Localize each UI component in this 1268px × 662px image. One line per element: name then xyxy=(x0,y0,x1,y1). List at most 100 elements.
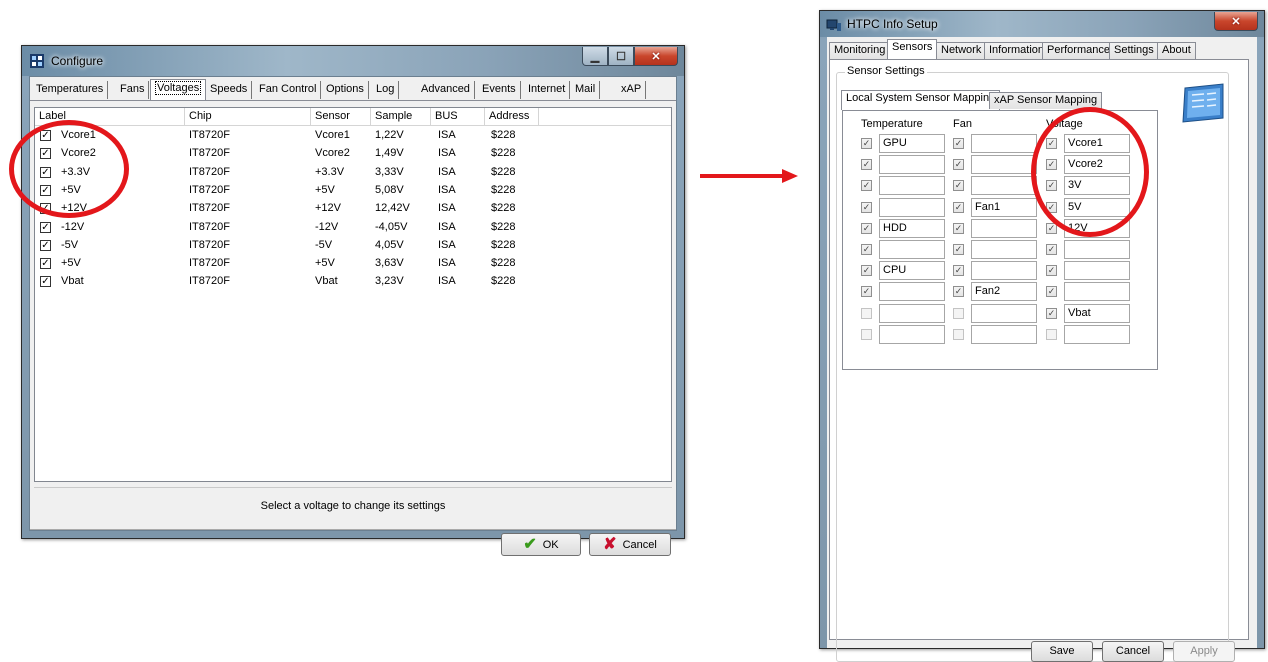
row-checkbox[interactable]: ✓ xyxy=(40,184,51,196)
temperature-mapping-field[interactable] xyxy=(879,176,945,196)
tab-log[interactable]: Log xyxy=(372,81,400,99)
row-checkbox[interactable]: ✓ xyxy=(40,258,51,270)
tab-speeds[interactable]: Speeds xyxy=(206,81,253,99)
column-header-bus[interactable]: BUS xyxy=(431,108,485,126)
htpc-titlebar[interactable]: HTPC Info Setup ✕ xyxy=(820,11,1264,37)
tab-temperatures[interactable]: Temperatures xyxy=(32,81,109,99)
column-header-chip[interactable]: Chip xyxy=(185,108,311,126)
temperature-mapping-field[interactable] xyxy=(879,240,945,259)
voltage-mapping-field[interactable]: 12V xyxy=(1064,218,1130,238)
fan-checkbox[interactable]: ✓ xyxy=(953,265,964,277)
tab-xap-sensor-mapping[interactable]: xAP Sensor Mapping xyxy=(989,92,1103,109)
temperature-mapping-field[interactable]: CPU xyxy=(879,261,945,281)
close-button[interactable]: ✕ xyxy=(1214,12,1258,31)
fan-checkbox[interactable]: ✓ xyxy=(953,138,964,149)
temperature-checkbox[interactable]: ✓ xyxy=(861,244,872,255)
row-checkbox[interactable]: ✓ xyxy=(40,166,51,178)
voltage-checkbox[interactable]: ✓ xyxy=(1046,138,1057,149)
voltage-checkbox[interactable]: ✓ xyxy=(1046,307,1057,319)
temperature-mapping-field[interactable] xyxy=(879,155,945,175)
cancel-button[interactable]: ✘ Cancel xyxy=(589,533,671,556)
fan-mapping-field[interactable] xyxy=(971,261,1037,281)
fan-checkbox[interactable]: ✓ xyxy=(953,180,964,192)
row-checkbox[interactable]: ✓ xyxy=(40,203,51,215)
fan-mapping-field[interactable] xyxy=(971,240,1037,259)
tab-mail[interactable]: Mail xyxy=(571,81,601,99)
voltage-checkbox[interactable]: ✓ xyxy=(1046,222,1057,234)
tab-information[interactable]: Information xyxy=(984,42,1050,59)
table-row[interactable]: ✓ -5V IT8720F -5V 4,05V ISA $228 xyxy=(35,237,671,255)
fan-checkbox[interactable]: ✓ xyxy=(953,286,964,298)
table-row[interactable]: ✓ Vcore2 IT8720F Vcore2 1,49V ISA $228 xyxy=(35,145,671,163)
fan-checkbox[interactable]: ✓ xyxy=(953,244,964,255)
voltage-checkbox[interactable]: ✓ xyxy=(1046,180,1057,192)
temperature-checkbox[interactable]: ✓ xyxy=(861,307,872,319)
voltage-mapping-field[interactable]: 3V xyxy=(1064,176,1130,196)
tab-fans[interactable]: Fans xyxy=(116,81,150,99)
tab-advanced[interactable]: Advanced xyxy=(417,81,475,99)
fan-mapping-field[interactable] xyxy=(971,303,1037,323)
tab-options[interactable]: Options xyxy=(322,81,369,99)
temperature-checkbox[interactable]: ✓ xyxy=(861,328,872,340)
temperature-mapping-field[interactable] xyxy=(879,303,945,323)
row-checkbox[interactable]: ✓ xyxy=(40,130,51,141)
table-row[interactable]: ✓ Vbat IT8720F Vbat 3,23V ISA $228 xyxy=(35,273,671,291)
temperature-checkbox[interactable]: ✓ xyxy=(861,286,872,298)
fan-mapping-field[interactable]: Fan1 xyxy=(971,197,1037,217)
fan-mapping-field[interactable] xyxy=(971,176,1037,196)
row-checkbox[interactable]: ✓ xyxy=(40,148,51,160)
ok-button[interactable]: ✔ OK xyxy=(501,533,581,556)
save-button[interactable]: Save xyxy=(1031,641,1093,662)
temperature-checkbox[interactable]: ✓ xyxy=(861,222,872,234)
voltage-checkbox[interactable]: ✓ xyxy=(1046,244,1057,255)
table-row[interactable]: ✓ +5V IT8720F +5V 3,63V ISA $228 xyxy=(35,255,671,273)
column-header-address[interactable]: Address xyxy=(485,108,539,126)
tab-xap[interactable]: xAP xyxy=(617,81,647,99)
temperature-checkbox[interactable]: ✓ xyxy=(861,265,872,277)
fan-mapping-field[interactable] xyxy=(971,218,1037,238)
fan-checkbox[interactable]: ✓ xyxy=(953,328,964,340)
tab-about[interactable]: About xyxy=(1157,42,1196,59)
tab-local-sensor-mapping[interactable]: Local System Sensor Mapping xyxy=(841,90,1001,110)
close-button[interactable]: ✕ xyxy=(634,47,678,66)
column-header-label[interactable]: Label xyxy=(35,108,185,126)
fan-mapping-field[interactable] xyxy=(971,155,1037,175)
table-row[interactable]: ✓ +12V IT8720F +12V 12,42V ISA $228 xyxy=(35,200,671,218)
voltage-mapping-field[interactable]: Vbat xyxy=(1064,303,1130,323)
temperature-checkbox[interactable]: ✓ xyxy=(861,201,872,213)
row-checkbox[interactable]: ✓ xyxy=(40,239,51,251)
tab-voltages[interactable]: Voltages xyxy=(150,79,207,100)
voltage-checkbox[interactable]: ✓ xyxy=(1046,201,1057,213)
temperature-mapping-field[interactable]: HDD xyxy=(879,218,945,238)
table-row[interactable]: ✓ Vcore1 IT8720F Vcore1 1,22V ISA $228 xyxy=(35,127,671,145)
voltage-mapping-field[interactable] xyxy=(1064,324,1130,344)
fan-checkbox[interactable]: ✓ xyxy=(953,201,964,213)
voltage-checkbox[interactable]: ✓ xyxy=(1046,159,1057,171)
fan-checkbox[interactable]: ✓ xyxy=(953,307,964,319)
cancel-button[interactable]: Cancel xyxy=(1102,641,1164,662)
fan-checkbox[interactable]: ✓ xyxy=(953,222,964,234)
table-row[interactable]: ✓ +3.3V IT8720F +3.3V 3,33V ISA $228 xyxy=(35,164,671,182)
fan-mapping-field[interactable] xyxy=(971,134,1037,153)
fan-mapping-field[interactable]: Fan2 xyxy=(971,282,1037,302)
voltage-checkbox[interactable]: ✓ xyxy=(1046,286,1057,298)
voltage-checkbox[interactable]: ✓ xyxy=(1046,328,1057,340)
tab-internet[interactable]: Internet xyxy=(524,81,571,99)
voltage-mapping-field[interactable]: 5V xyxy=(1064,197,1130,217)
minimize-button[interactable]: ▁ xyxy=(582,47,608,66)
tab-monitoring[interactable]: Monitoring xyxy=(829,42,891,59)
tab-sensors[interactable]: Sensors xyxy=(887,39,938,60)
voltage-mapping-field[interactable]: Vcore2 xyxy=(1064,155,1130,175)
table-row[interactable]: ✓ -12V IT8720F -12V -4,05V ISA $228 xyxy=(35,219,671,237)
temperature-mapping-field[interactable] xyxy=(879,324,945,344)
row-checkbox[interactable]: ✓ xyxy=(40,221,51,233)
voltage-mapping-field[interactable]: Vcore1 xyxy=(1064,134,1130,153)
voltage-mapping-field[interactable] xyxy=(1064,261,1130,281)
temperature-mapping-field[interactable] xyxy=(879,197,945,217)
table-row[interactable]: ✓ +5V IT8720F +5V 5,08V ISA $228 xyxy=(35,182,671,200)
voltage-checkbox[interactable]: ✓ xyxy=(1046,265,1057,277)
tab-settings[interactable]: Settings xyxy=(1109,42,1159,59)
temperature-mapping-field[interactable] xyxy=(879,282,945,302)
column-header-sensor[interactable]: Sensor xyxy=(311,108,371,126)
tab-fan-control[interactable]: Fan Control xyxy=(255,81,322,99)
